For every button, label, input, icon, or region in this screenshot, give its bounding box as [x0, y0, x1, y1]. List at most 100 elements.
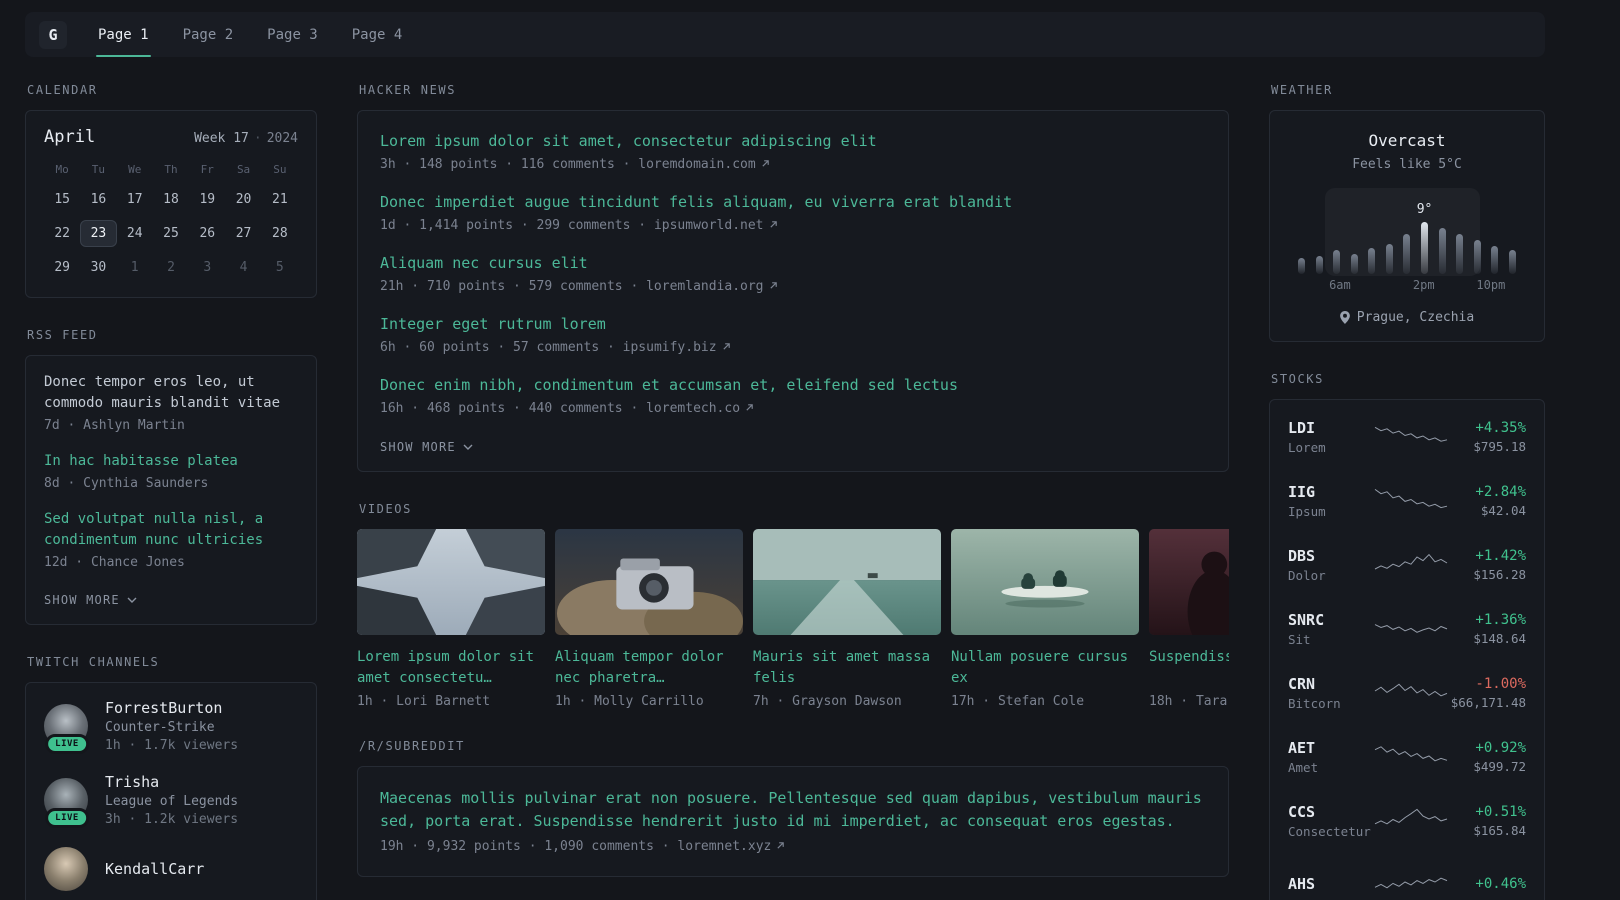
calendar-day: 23	[80, 220, 117, 247]
video-card[interactable]: Aliquam tempor dolor nec pharetra… 1h · M…	[555, 528, 743, 709]
stock-row[interactable]: AET Amet +0.92% $499.72	[1288, 725, 1526, 789]
stock-row[interactable]: CRN Bitcorn -1.00% $66,171.48	[1288, 661, 1526, 725]
weather-bar	[1508, 250, 1516, 274]
rss-item-title[interactable]: Donec tempor eros leo, ut commodo mauris…	[44, 372, 298, 414]
stock-values: -1.00% $66,171.48	[1448, 676, 1526, 710]
twitch-channel[interactable]: LIVE ForrestBurton Counter-Strike 1h · 1.7k…	[44, 698, 298, 754]
video-title[interactable]: Lorem ipsum dolor sit amet consectetu…	[357, 647, 545, 689]
section-title-subreddit: /R/SUBREDDIT	[359, 738, 465, 753]
stock-symbol: AHS	[1288, 875, 1316, 893]
hn-item-title[interactable]: Aliquam nec cursus elit	[380, 253, 1206, 275]
hn-item-domain[interactable]: loremlandia.org	[646, 279, 763, 294]
subreddit-post-meta: 19h · 9,932 points · 1,090 comments · lo…	[380, 838, 1206, 856]
video-title[interactable]: Mauris sit amet massa felis	[753, 647, 941, 689]
video-thumbnail	[357, 528, 545, 635]
rss-show-more-label: SHOW MORE	[44, 592, 120, 607]
video-meta: 18h · Tara	[1149, 693, 1228, 709]
twitch-channel[interactable]: KendallCarr	[44, 846, 298, 891]
hn-item-title[interactable]: Lorem ipsum dolor sit amet, consectetur …	[380, 131, 1206, 153]
stock-row[interactable]: LDI Lorem +4.35% $795.18	[1288, 405, 1526, 469]
calendar-day: 29	[54, 260, 70, 275]
rss-item-title[interactable]: In hac habitasse platea	[44, 451, 298, 472]
stock-price: $66,171.48	[1450, 695, 1526, 710]
dashboard-page: G Page 1 Page 2 Page 3 Page 4 CALENDAR Apri…	[0, 0, 1570, 900]
tab-page-3[interactable]: Page 3	[250, 12, 335, 57]
hn-item-title[interactable]: Donec enim nibh, condimentum et accumsan…	[380, 375, 1206, 397]
hn-item-domain[interactable]: ipsumify.biz	[623, 340, 717, 355]
tab-page-1[interactable]: Page 1	[81, 12, 166, 57]
hn-item-domain[interactable]: loremdomain.com	[638, 157, 755, 172]
stock-symbol: IIG	[1288, 483, 1316, 501]
location-pin-icon	[1339, 311, 1350, 324]
twitch-widget: TWITCH CHANNELS LIVE ForrestBurton Counter…	[25, 655, 317, 900]
stock-values: +1.36% $148.64	[1448, 612, 1526, 646]
section-title-videos: VIDEOS	[359, 501, 412, 516]
video-meta: 1h · Molly Carrillo	[555, 693, 704, 709]
hn-item-meta: 3h · 148 points · 116 comments · loremdo…	[380, 156, 1206, 174]
hn-item-stats: 1d · 1,414 points · 299 comments ·	[380, 217, 654, 233]
video-card[interactable]: Lorem ipsum dolor sit amet consectetu… 1h…	[357, 528, 545, 709]
video-title[interactable]: Suspendisse diam	[1149, 647, 1229, 689]
hn-item-meta: 6h · 60 points · 57 comments · ipsumify.…	[380, 339, 1206, 357]
app-logo[interactable]: G	[39, 20, 67, 49]
subreddit-post-title[interactable]: Maecenas mollis pulvinar erat non posuer…	[380, 787, 1206, 834]
stock-price: $165.84	[1473, 823, 1526, 838]
weather-bar	[1298, 258, 1305, 274]
stock-row[interactable]: CCS Consectetur +0.51% $165.84	[1288, 789, 1526, 853]
rss-item-title[interactable]: Sed volutpat nulla nisl, a condimentum n…	[44, 509, 298, 551]
stock-change: +4.35%	[1475, 420, 1526, 436]
subreddit-post-domain[interactable]: loremnet.xyz	[677, 839, 771, 854]
calendar-day-header: Mo	[55, 163, 69, 176]
stock-row[interactable]: IIG Ipsum +2.84% $42.04	[1288, 469, 1526, 533]
video-title[interactable]: Aliquam tempor dolor nec pharetra…	[555, 647, 743, 689]
subreddit-box: Maecenas mollis pulvinar erat non posuer…	[357, 765, 1229, 878]
rss-item: Sed volutpat nulla nisl, a condimentum n…	[44, 509, 298, 572]
chevron-down-icon	[463, 444, 473, 450]
hn-item-domain[interactable]: loremtech.co	[646, 401, 740, 416]
weather-bar	[1385, 244, 1393, 274]
calendar-separator: ·	[253, 131, 262, 146]
hn-item-meta: 16h · 468 points · 440 comments · loremt…	[380, 400, 1206, 418]
stock-row[interactable]: SNRC Sit +1.36% $148.64	[1288, 597, 1526, 661]
channel-name: ForrestBurton	[105, 698, 223, 717]
weather-location: Prague, Czechia	[1286, 310, 1528, 325]
hn-item-title[interactable]: Donec imperdiet augue tincidunt felis al…	[380, 192, 1206, 214]
dashboard-grid: CALENDAR April Week 17 · 2024 Mo Tu We Th Fr Sa…	[25, 83, 1545, 900]
video-thumbnail	[555, 528, 743, 635]
stock-sparkline	[1374, 740, 1448, 774]
stock-symbol: SNRC	[1288, 611, 1325, 629]
calendar-day: 17	[126, 192, 143, 207]
hn-item: Integer eget rutrum lorem 6h · 60 points …	[380, 314, 1206, 357]
calendar-day-header: Sa	[236, 163, 251, 176]
tab-page-2[interactable]: Page 2	[166, 12, 251, 57]
stock-info: LDI Lorem	[1288, 419, 1374, 455]
hn-item-domain[interactable]: ipsumworld.net	[654, 218, 764, 233]
stock-row[interactable]: DBS Dolor +1.42% $156.28	[1288, 533, 1526, 597]
video-card[interactable]: Nullam posuere cursus ex 17h · Stefan Col…	[951, 528, 1139, 709]
video-card[interactable]: Mauris sit amet massa felis 7h · Grayson …	[753, 528, 941, 709]
weather-bar	[1456, 234, 1464, 274]
weather-time-label: 10pm	[1476, 278, 1506, 292]
rss-show-more-button[interactable]: SHOW MORE	[44, 593, 137, 607]
calendar-day: 1	[130, 260, 139, 275]
weather-bar	[1491, 246, 1499, 274]
weather-time-label: 6am	[1329, 278, 1351, 292]
video-card[interactable]: Suspendisse diam 18h · Tara	[1149, 528, 1229, 709]
rss-item-meta: 7d · Ashlyn Martin	[44, 418, 185, 433]
stock-row[interactable]: AHS +0.46%	[1288, 853, 1526, 900]
calendar-day: 16	[90, 192, 107, 207]
weather-time-labels: 6am 2pm 10pm	[1298, 278, 1516, 294]
calendar-grid: Mo Tu We Th Fr Sa Su 15 16 17 18 19 20 21 22 23 24 25 26 27…	[44, 160, 298, 281]
twitch-channel[interactable]: LIVE Trisha League of Legends 3h · 1.2k vie…	[44, 773, 298, 828]
hackernews-show-more-button[interactable]: SHOW MORE	[380, 440, 473, 454]
calendar-day: 19	[199, 192, 216, 207]
channel-meta: 1h · 1.7k viewers	[105, 737, 239, 753]
hn-item-title[interactable]: Integer eget rutrum lorem	[380, 314, 1206, 336]
calendar-day: 25	[163, 226, 179, 241]
tab-page-4[interactable]: Page 4	[335, 12, 420, 57]
stock-sparkline	[1374, 612, 1448, 646]
calendar-day: 20	[235, 192, 252, 207]
video-title[interactable]: Nullam posuere cursus ex	[951, 647, 1139, 689]
channel-info: Trisha League of Legends 3h · 1.2k viewers	[105, 773, 238, 827]
weather-bar	[1315, 256, 1323, 274]
